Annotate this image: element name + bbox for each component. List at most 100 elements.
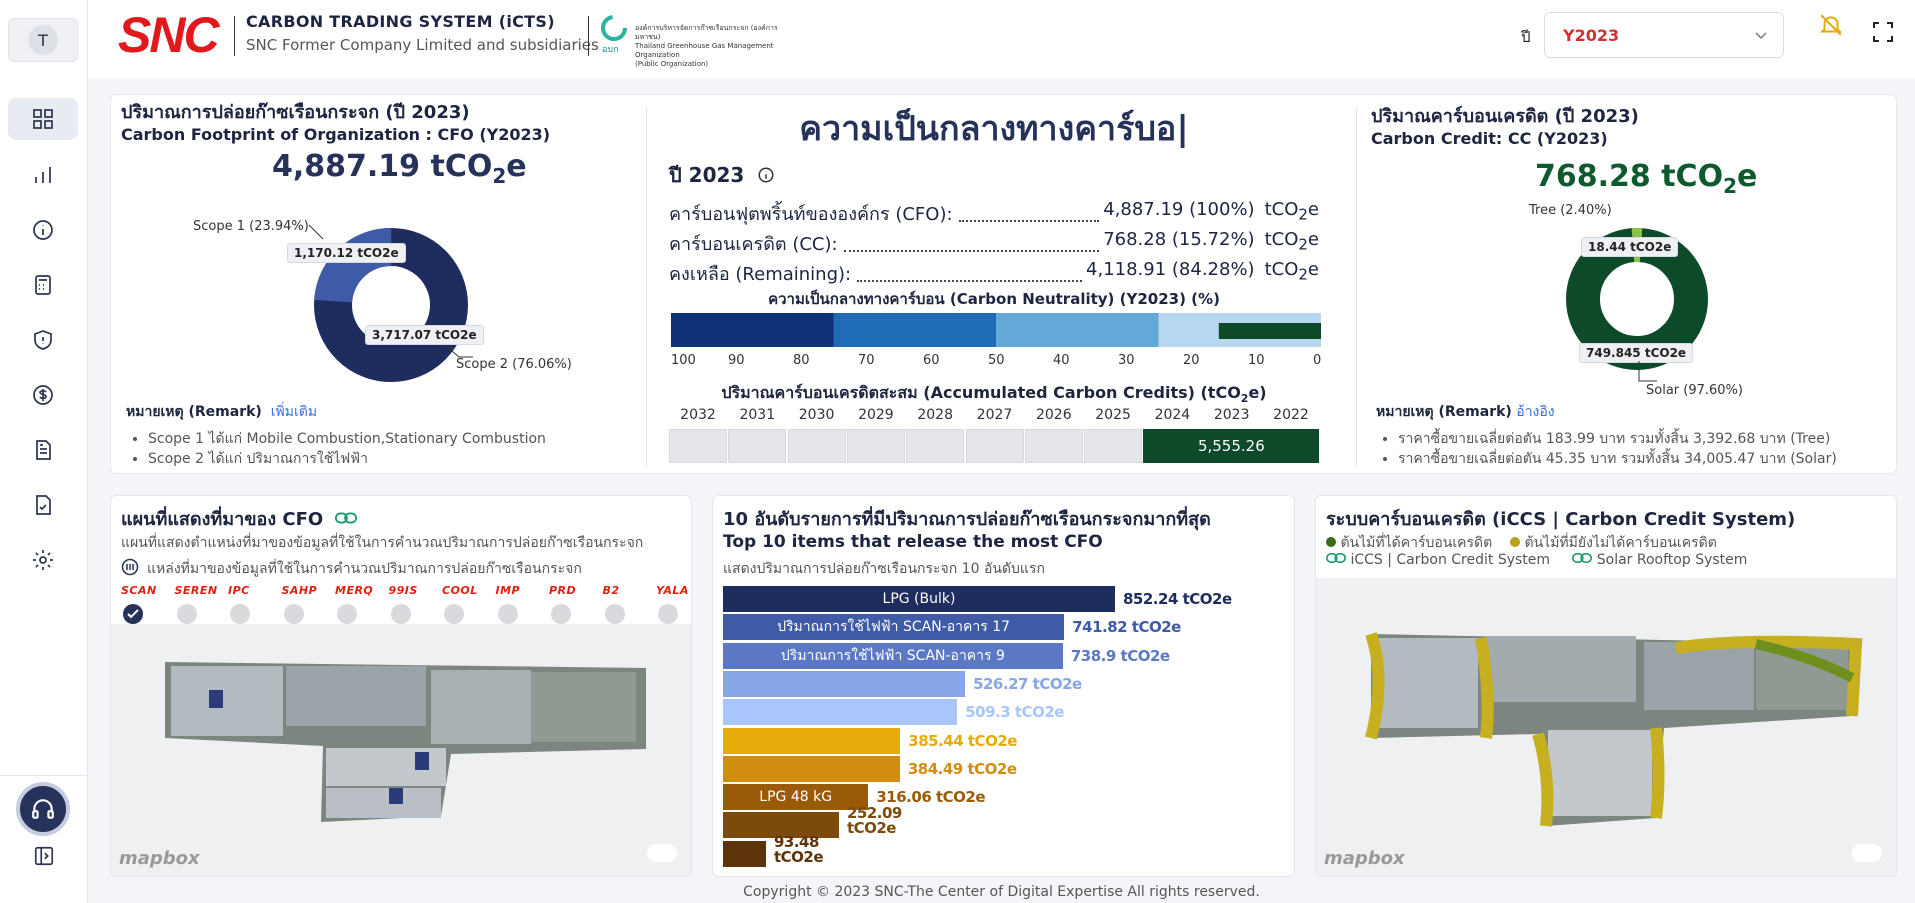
top10-value: 316.06 tCO2e [876,788,986,807]
top10-subtitle: Top 10 items that release the most CFO [723,532,1103,552]
acc-cell [846,429,905,463]
cc-remark-item: ราคาซื้อขายเฉลี่ยต่อตัน 45.35 บาท รวมทั้… [1398,449,1896,469]
year-select-value: Y2023 [1563,26,1620,45]
site-radio[interactable] [444,604,464,624]
bar-tick-label: 40 [1053,353,1070,368]
nav-reports[interactable] [8,154,78,196]
unit-part: e [1307,199,1319,220]
sidebar-collapse-button[interactable] [30,842,58,870]
ccs-legend-row1: ต้นไม้ที่ได้คาร์บอนเครดิต ต้นไม้ที่มียัง… [1326,532,1717,554]
cfo-title: ปริมาณการปล่อยก๊าซเรือนกระจก (ปี 2023) [121,102,470,123]
top10-bar[interactable] [723,727,901,754]
nav-calculator[interactable] [8,264,78,306]
neutrality-year-label: ปี 2023 [669,163,745,187]
site-radio[interactable] [283,604,304,624]
file-check-icon [36,495,51,515]
acc-cell [906,429,965,463]
info-icon [33,220,53,240]
top10-bar[interactable]: ปริมาณการใช้ไฟฟ้า SCAN-อาคาร 17 [723,614,1065,641]
bar-tick-label: 80 [793,353,810,368]
legend-iccs: iCCS | Carbon Credit System [1350,552,1551,568]
tgo-public: (Public Organization) [635,60,709,68]
check-icon [127,609,139,619]
unit-part: tCO [1264,229,1299,250]
top10-value: 252.09 tCO2e [847,806,902,836]
top10-value: 384.49 tCO2e [907,759,1017,778]
tgo-abbr: อบก [602,45,619,55]
top10-bar[interactable]: ปริมาณการใช้ไฟฟ้า SCAN-อาคาร 9 [723,642,1063,669]
cfo-remark: หมายเหตุ (Remark) เพิ่มเติม Scope 1 ได้แ… [126,401,596,469]
top10-bar[interactable]: LPG (Bulk) [723,586,1115,612]
neutrality-achieved-bar[interactable] [1218,323,1321,339]
acc-title-main: ปริมาณคาร์บอนเครดิตสะสม (Accumulated Car… [721,383,1241,402]
acc-cell [669,429,727,463]
acc-value-cell[interactable]: 5,555.26 [1143,429,1320,463]
site-radio[interactable] [230,604,250,624]
map-control[interactable] [1852,844,1882,862]
acc-cell [1084,429,1143,463]
top10-bar[interactable] [723,755,900,782]
site-label: YALA [656,584,689,597]
year-select[interactable]: Y2023 [1544,12,1784,58]
tree-label: Tree (2.40%) [1529,203,1612,218]
company-subtitle: SNC Former Company Limited and subsidiar… [246,36,599,54]
cfo-remark-list: Scope 1 ได้แก่ Mobile Combustion,Station… [126,429,596,469]
dotted-leader [857,259,1083,282]
cc-remark-ref-link[interactable]: อ้างอิง [1516,404,1554,420]
bar-tick-label: 90 [728,353,745,368]
top10-bar[interactable] [723,670,966,697]
acc-year-label: 2024 [1154,407,1191,423]
ccs-card: ระบบคาร์บอนเครดิต (iCCS | Carbon Credit … [1315,495,1897,877]
nav-security[interactable] [8,319,78,361]
site-label: 99IS [388,584,418,597]
acc-year-label: 2026 [1035,407,1072,423]
site-radio[interactable] [658,604,678,624]
nav-info[interactable] [8,209,78,251]
map-control[interactable] [647,844,677,862]
cfo-remark-more-link[interactable]: เพิ่มเติม [271,404,317,420]
ccs-map[interactable]: mapbox [1316,578,1896,876]
info-icon[interactable] [757,166,775,184]
bar-tick-label: 10 [1248,353,1265,368]
top10-bar[interactable] [723,699,958,726]
nav-dashboard[interactable] [8,98,78,140]
top10-value: 385.44 tCO2e [908,731,1017,750]
link-icon [1572,553,1593,563]
support-button[interactable] [16,782,70,836]
database-icon [121,558,139,576]
nav-checklist[interactable] [8,484,78,526]
solar-label: Solar (97.60%) [1646,383,1743,398]
mapbox-attribution[interactable]: mapbox [1324,848,1405,869]
notification-off-icon[interactable] [1818,12,1844,38]
unit-part: tCO [1264,199,1299,220]
top10-value: 93.48 tCO2e [774,834,824,865]
nav-documents[interactable] [8,429,78,471]
site-radio[interactable] [497,604,518,624]
tree-value-pill: 18.44 tCO2e [1581,237,1679,257]
site-radio[interactable] [390,604,411,624]
gear-icon [33,550,53,570]
nav-settings[interactable] [8,539,78,581]
top10-bar[interactable] [723,840,766,867]
mapbox-attribution[interactable]: mapbox [119,848,200,869]
cfo-map[interactable]: mapbox [111,624,691,876]
fullscreen-icon[interactable] [1871,20,1895,44]
cfo-total-unit: e [506,149,527,184]
site-radio[interactable] [337,604,357,624]
calculator-icon [35,275,51,295]
site-label: PRD [549,584,577,597]
site-radio[interactable] [176,604,197,624]
site-radio[interactable] [551,604,571,624]
link-icon[interactable] [335,511,358,525]
site-label: IMP [495,584,521,597]
site-radio[interactable] [604,604,625,624]
site-radio[interactable] [123,604,143,624]
acc-credits-title: ปริมาณคาร์บอนเครดิตสะสม (Accumulated Car… [649,381,1339,406]
sidebar-divider [0,775,88,776]
nav-finance[interactable] [8,374,78,416]
top10-value-line: tCO2e [846,819,897,838]
header-divider [234,16,235,56]
user-avatar-button[interactable]: T [8,18,78,62]
cfo-total-sub: 2 [492,164,507,188]
tgo-name-en: Thailand Greenhouse Gas Management Organ… [635,42,774,59]
